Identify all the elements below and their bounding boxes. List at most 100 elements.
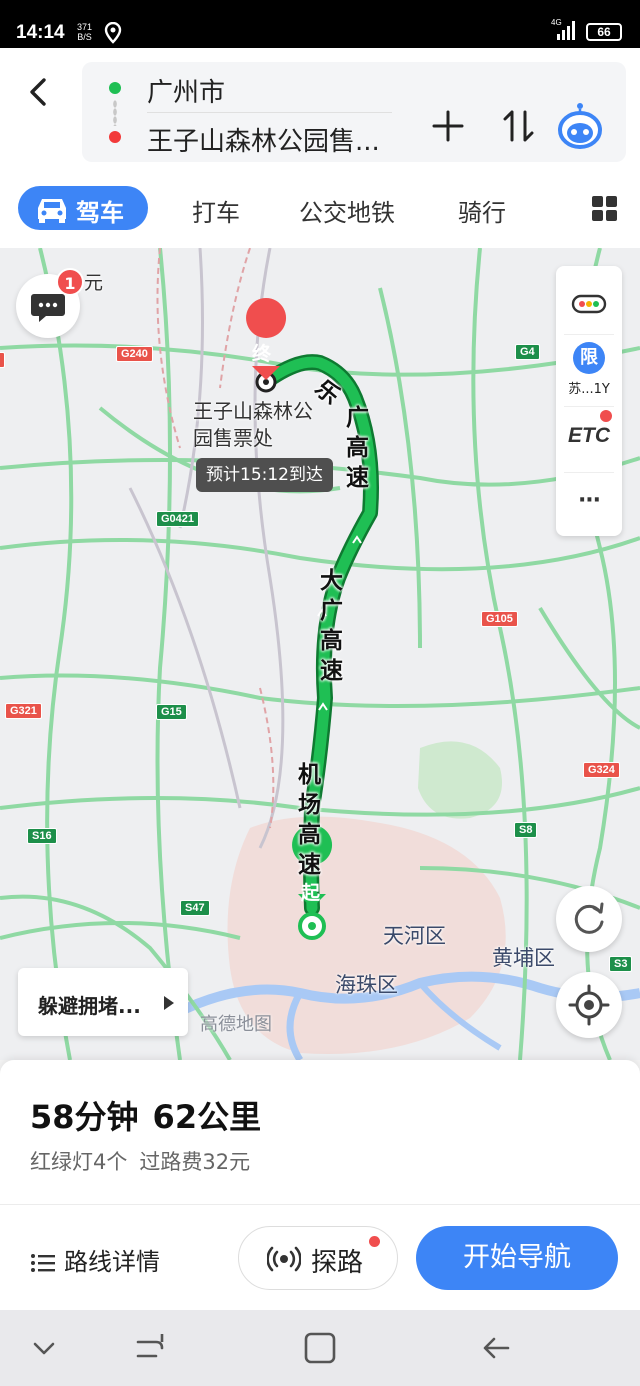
destination-label-line1: 王子山森林公 bbox=[193, 399, 313, 423]
district-haizhu: 海珠区 bbox=[335, 973, 398, 997]
road-badge-s16: S16 bbox=[27, 828, 57, 844]
road-badge-g0421: G0421 bbox=[156, 511, 200, 527]
assistant-button[interactable] bbox=[556, 100, 604, 150]
play-arrow-icon bbox=[164, 996, 174, 1010]
avoid-congestion-label: 躲避拥堵... bbox=[38, 994, 141, 1018]
more-icon: ··· bbox=[577, 488, 601, 513]
add-waypoint-button[interactable] bbox=[428, 106, 468, 146]
etc-label: ETC bbox=[568, 424, 610, 447]
battery-indicator: 66 bbox=[586, 23, 622, 41]
plate-number: 苏...1Y bbox=[568, 382, 610, 397]
system-nav-bar bbox=[0, 1310, 640, 1386]
traffic-lights-count: 红绿灯4个 bbox=[30, 1150, 128, 1174]
road-badge-g7: G7 bbox=[0, 352, 5, 368]
route-summary-sheet: 58分钟 62公里 红绿灯4个 过路费32元 路线详情 探路 开始导航 bbox=[0, 1060, 640, 1310]
plus-icon bbox=[432, 110, 464, 142]
etc-alert-dot bbox=[600, 410, 612, 422]
route-detail-button[interactable]: 路线详情 bbox=[30, 1242, 160, 1277]
swap-button[interactable] bbox=[498, 106, 538, 146]
tab-drive-label: 驾车 bbox=[76, 199, 124, 227]
status-bar: 14:14 371 B/S 4G 66 bbox=[0, 0, 640, 48]
traffic-toggle-button[interactable] bbox=[556, 284, 622, 324]
eta-bubble: 预计15:12到达 bbox=[196, 458, 333, 492]
route-summary: 58分钟 62公里 bbox=[30, 1092, 261, 1138]
tab-drive[interactable]: 驾车 bbox=[18, 186, 148, 230]
road-badge-g324: G324 bbox=[583, 762, 620, 778]
hide-keyboard-chevron-icon[interactable] bbox=[24, 1330, 64, 1366]
place-partial: 元 bbox=[84, 272, 104, 294]
crosshair-icon bbox=[568, 984, 610, 1026]
start-marker-label: 起 bbox=[301, 882, 321, 904]
start-navigation-button[interactable]: 开始导航 bbox=[416, 1226, 618, 1290]
road-badge-s3: S3 bbox=[609, 956, 633, 972]
road-label-daguang: 大广高速 bbox=[320, 568, 343, 684]
origin-field[interactable]: 广州市 bbox=[147, 72, 225, 109]
origin-dot-icon bbox=[109, 82, 121, 94]
speed-unit: B/S bbox=[77, 32, 92, 42]
refresh-route-button[interactable] bbox=[556, 886, 622, 952]
traffic-light-icon bbox=[571, 294, 607, 314]
plate-restriction-button[interactable]: 限 苏...1Y bbox=[556, 340, 622, 400]
route-input-box: 广州市 王子山森林公园售... bbox=[82, 62, 626, 162]
destination-map-label[interactable]: 王子山森林公 园售票处 bbox=[193, 398, 313, 452]
road-badge-g105: G105 bbox=[481, 611, 518, 627]
speed-value: 371 bbox=[77, 22, 93, 32]
robot-assistant-icon bbox=[558, 103, 602, 149]
route-detail-label: 路线详情 bbox=[64, 1248, 160, 1276]
divider bbox=[564, 472, 614, 473]
road-badge-g15: G15 bbox=[156, 704, 187, 720]
back-arrow-icon bbox=[30, 78, 46, 106]
route-distance: 62公里 bbox=[152, 1098, 262, 1136]
district-tianhe: 天河区 bbox=[383, 924, 446, 948]
tab-transit[interactable]: 公交地铁 bbox=[299, 193, 395, 228]
location-icon bbox=[104, 21, 122, 48]
etc-button[interactable]: ETC bbox=[556, 410, 622, 456]
more-tools-button[interactable]: ··· bbox=[556, 482, 622, 522]
divider bbox=[0, 1204, 640, 1205]
home-icon[interactable] bbox=[300, 1330, 340, 1366]
refresh-icon bbox=[574, 902, 604, 934]
divider bbox=[564, 406, 614, 407]
road-badge-s8: S8 bbox=[514, 822, 538, 838]
explore-label: 探路 bbox=[311, 1248, 364, 1278]
map-logo: 高德地图 bbox=[200, 1014, 272, 1035]
road-badge-s47: S47 bbox=[180, 900, 210, 916]
more-modes-grid-icon[interactable] bbox=[592, 196, 618, 222]
explore-route-button[interactable]: 探路 bbox=[238, 1226, 398, 1290]
recent-apps-icon[interactable] bbox=[130, 1330, 170, 1366]
message-count-badge: 1 bbox=[56, 268, 84, 296]
map-tool-panel: 限 苏...1Y ETC ··· bbox=[556, 266, 622, 536]
signal-icon bbox=[551, 18, 581, 46]
toll-fee: 过路费32元 bbox=[139, 1150, 251, 1174]
locate-me-button[interactable] bbox=[556, 972, 622, 1038]
road-badge-g240: G240 bbox=[116, 346, 153, 362]
destination-field[interactable]: 王子山森林公园售... bbox=[147, 121, 380, 158]
road-badge-g321: G321 bbox=[5, 703, 42, 719]
destination-label-line2: 园售票处 bbox=[193, 426, 273, 450]
district-huangpu: 黄埔区 bbox=[492, 946, 555, 970]
back-nav-icon[interactable] bbox=[476, 1330, 516, 1366]
swap-icon bbox=[503, 110, 534, 142]
map-view[interactable]: 终 起 G240 G4 G0421 G105 G321 G15 G324 S8 … bbox=[0, 248, 640, 1060]
status-time: 14:14 bbox=[16, 22, 65, 43]
route-header: 广州市 王子山森林公园售... 驾车 打车 公交地铁 骑行 bbox=[0, 48, 640, 248]
destination-dot-icon bbox=[109, 131, 121, 143]
list-icon bbox=[31, 1254, 55, 1272]
end-marker-label: 终 bbox=[252, 343, 272, 365]
route-duration: 58分钟 bbox=[30, 1098, 139, 1136]
network-speed: 371 B/S bbox=[77, 22, 92, 42]
travel-mode-tabs: 驾车 打车 公交地铁 骑行 bbox=[0, 184, 640, 234]
route-details-line: 红绿灯4个 过路费32元 bbox=[30, 1146, 250, 1176]
back-button[interactable] bbox=[20, 72, 60, 112]
divider bbox=[147, 112, 392, 113]
route-connector bbox=[113, 100, 117, 126]
road-label-jichang: 机场高速 bbox=[298, 762, 321, 878]
explore-alert-dot bbox=[369, 1236, 380, 1247]
road-label-leguang-rest: 广高速 bbox=[346, 405, 369, 491]
tab-taxi[interactable]: 打车 bbox=[192, 193, 240, 228]
road-badge-g4: G4 bbox=[515, 344, 540, 360]
tab-cycling[interactable]: 骑行 bbox=[458, 193, 506, 228]
avoid-congestion-button[interactable]: 躲避拥堵... bbox=[18, 968, 188, 1036]
divider bbox=[564, 334, 614, 335]
broadcast-icon bbox=[267, 1246, 301, 1272]
